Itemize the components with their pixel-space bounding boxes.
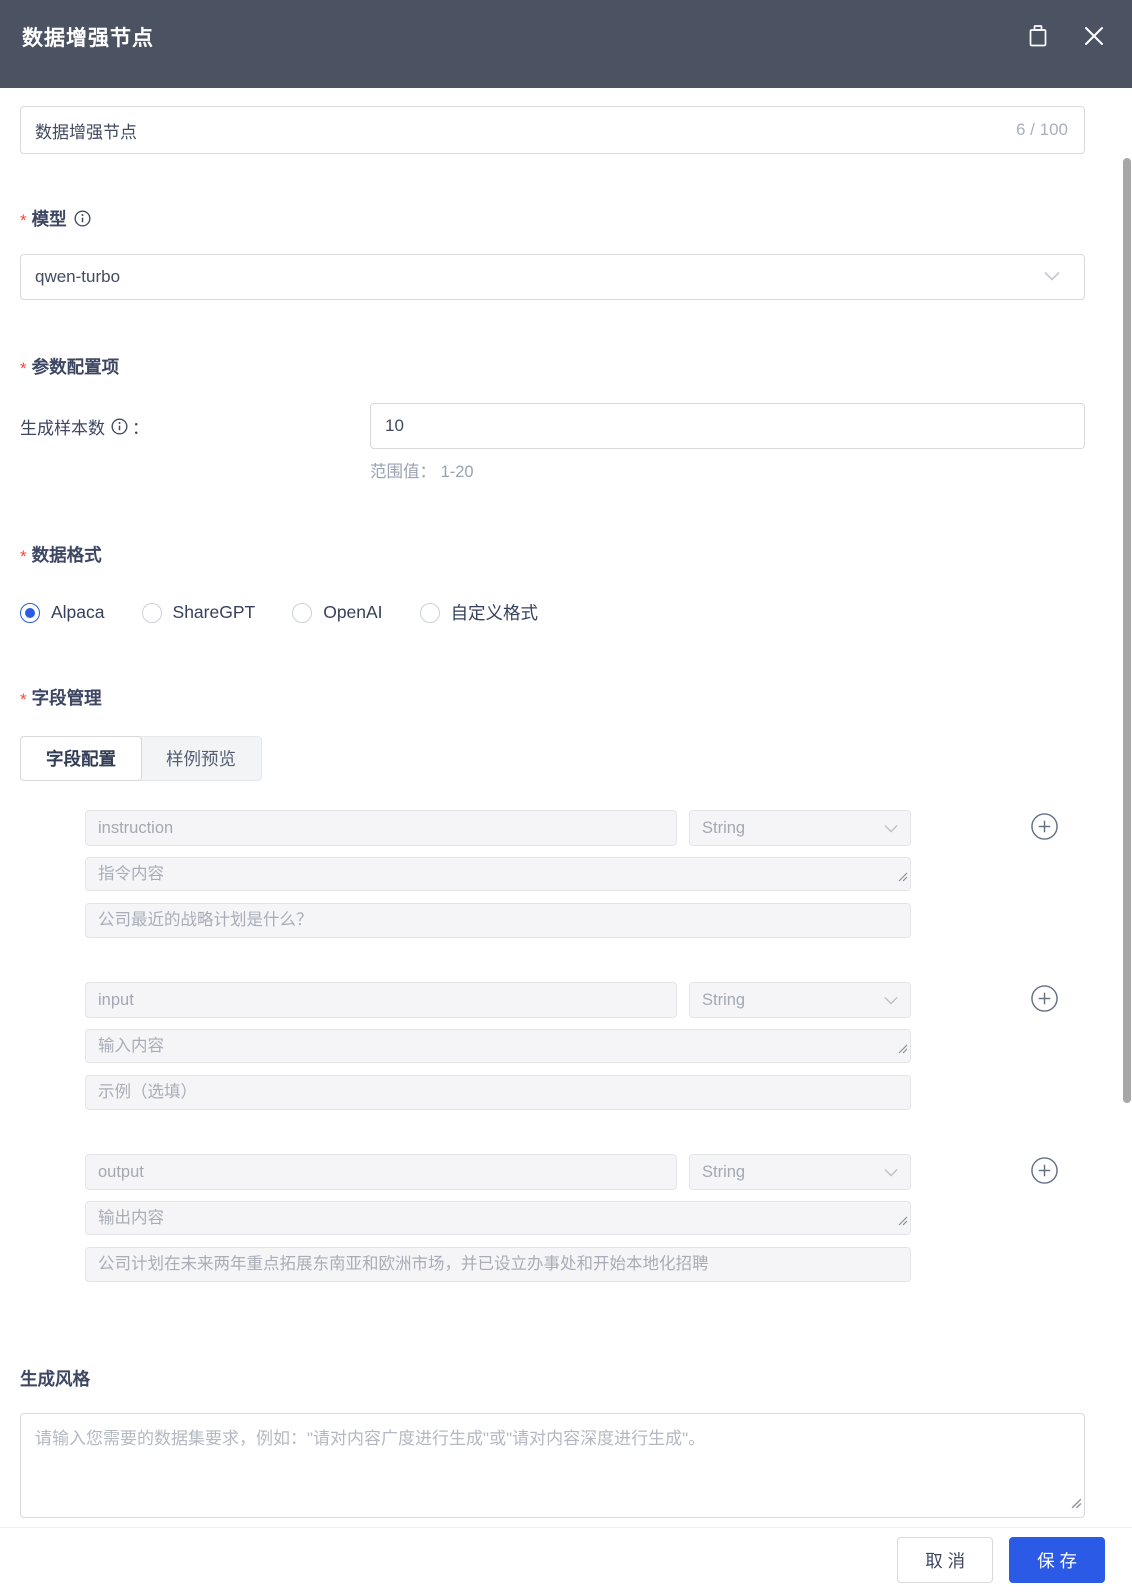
- range-hint: 范围值： 1-20: [370, 463, 474, 481]
- field-example-input[interactable]: [85, 1247, 911, 1282]
- info-icon[interactable]: [111, 417, 128, 435]
- info-icon[interactable]: [74, 210, 91, 227]
- delete-node-button[interactable]: [1026, 23, 1050, 52]
- sample-count-label: 生成样本数: [20, 418, 105, 438]
- field-example-input[interactable]: [85, 1075, 911, 1110]
- model-label-row: * 模型: [20, 206, 1085, 231]
- radio-unchecked-icon: [419, 602, 440, 623]
- close-button[interactable]: [1082, 24, 1106, 51]
- params-section-label: 参数配置项: [31, 357, 120, 377]
- radio-checked-icon: [20, 602, 40, 623]
- required-asterisk: *: [20, 689, 27, 709]
- dialog-footer: 取 消 保 存: [0, 1527, 1132, 1596]
- style-section-label: 生成风格: [20, 1369, 90, 1389]
- plus-circle-icon: [1030, 812, 1059, 844]
- label-colon: ：: [132, 418, 149, 438]
- tab-field-config[interactable]: 字段配置: [20, 736, 142, 781]
- tab-sample-preview[interactable]: 样例预览: [141, 737, 261, 780]
- required-asterisk: *: [20, 546, 27, 566]
- sample-count-input[interactable]: [370, 403, 1085, 449]
- radio-unchecked-icon: [292, 602, 313, 623]
- sample-count-row: 生成样本数 ： 范围值： 1-20: [20, 403, 1085, 482]
- model-label: 模型: [31, 209, 67, 229]
- field-type-select[interactable]: String: [689, 810, 911, 846]
- field-desc-textarea[interactable]: [85, 1201, 911, 1235]
- params-section-label-row: * 参数配置项: [20, 354, 1085, 379]
- chevron-down-icon: [884, 991, 898, 1010]
- data-augment-node-dialog: 数据增强节点 数据增强节点 6 / 100 * 模型 qwen-turbo * …: [0, 0, 1132, 1596]
- required-asterisk: *: [20, 358, 27, 378]
- radio-openai[interactable]: OpenAI: [292, 602, 383, 623]
- trash-icon: [1026, 23, 1050, 52]
- generation-style-textarea[interactable]: [20, 1413, 1085, 1518]
- field-name-input[interactable]: [85, 810, 677, 846]
- field-type-value: String: [702, 818, 746, 837]
- node-name-field[interactable]: 数据增强节点 6 / 100: [20, 106, 1085, 154]
- dialog-header: 数据增强节点: [0, 0, 1132, 88]
- radio-unchecked-icon: [141, 602, 162, 623]
- plus-circle-icon: [1030, 984, 1059, 1016]
- field-name-input[interactable]: [85, 982, 677, 1018]
- save-button[interactable]: 保 存: [1009, 1537, 1105, 1583]
- add-field-button[interactable]: [1030, 1156, 1059, 1188]
- required-asterisk: *: [20, 210, 27, 230]
- field-example-input[interactable]: [85, 903, 911, 938]
- chevron-down-icon: [884, 819, 898, 838]
- scrollbar-thumb[interactable]: [1123, 158, 1131, 1103]
- chevron-down-icon: [884, 1163, 898, 1182]
- field-name-input[interactable]: [85, 1154, 677, 1190]
- field-desc-textarea[interactable]: [85, 1029, 911, 1063]
- data-format-radio-group: Alpaca ShareGPT OpenAI 自定义格式: [20, 600, 1085, 625]
- model-select-value: qwen-turbo: [35, 267, 121, 286]
- field-type-select[interactable]: String: [689, 982, 911, 1018]
- radio-alpaca[interactable]: Alpaca: [20, 602, 105, 623]
- sample-count-label-col: 生成样本数 ：: [20, 403, 370, 449]
- add-field-button[interactable]: [1030, 984, 1059, 1016]
- style-section-label-row: 生成风格: [20, 1366, 1085, 1391]
- field-group-instruction: String: [85, 810, 1085, 938]
- format-section-label-row: * 数据格式: [20, 542, 1085, 567]
- field-type-value: String: [702, 990, 746, 1009]
- fields-section-label: 字段管理: [31, 688, 102, 708]
- radio-sharegpt[interactable]: ShareGPT: [141, 602, 255, 623]
- plus-circle-icon: [1030, 1156, 1059, 1188]
- field-group-input: String: [85, 982, 1085, 1110]
- cancel-button[interactable]: 取 消: [897, 1537, 994, 1583]
- field-type-select[interactable]: String: [689, 1154, 911, 1190]
- format-section-label: 数据格式: [31, 545, 102, 565]
- add-field-button[interactable]: [1030, 812, 1059, 844]
- field-desc-textarea[interactable]: [85, 857, 911, 891]
- node-name-value: 数据增强节点: [35, 122, 137, 142]
- radio-custom-format[interactable]: 自定义格式: [419, 600, 538, 625]
- close-icon: [1082, 24, 1106, 51]
- fields-section-label-row: * 字段管理: [20, 685, 1085, 710]
- dialog-body: 数据增强节点 6 / 100 * 模型 qwen-turbo * 参数配置项 生…: [0, 106, 1132, 1518]
- chevron-down-icon: [1044, 268, 1060, 286]
- dialog-title: 数据增强节点: [22, 27, 154, 50]
- char-counter: 6 / 100: [1016, 120, 1068, 139]
- model-select[interactable]: qwen-turbo: [20, 254, 1085, 300]
- field-group-output: String: [85, 1154, 1085, 1282]
- field-tabs: 字段配置 样例预览: [20, 736, 262, 781]
- field-type-value: String: [702, 1162, 746, 1181]
